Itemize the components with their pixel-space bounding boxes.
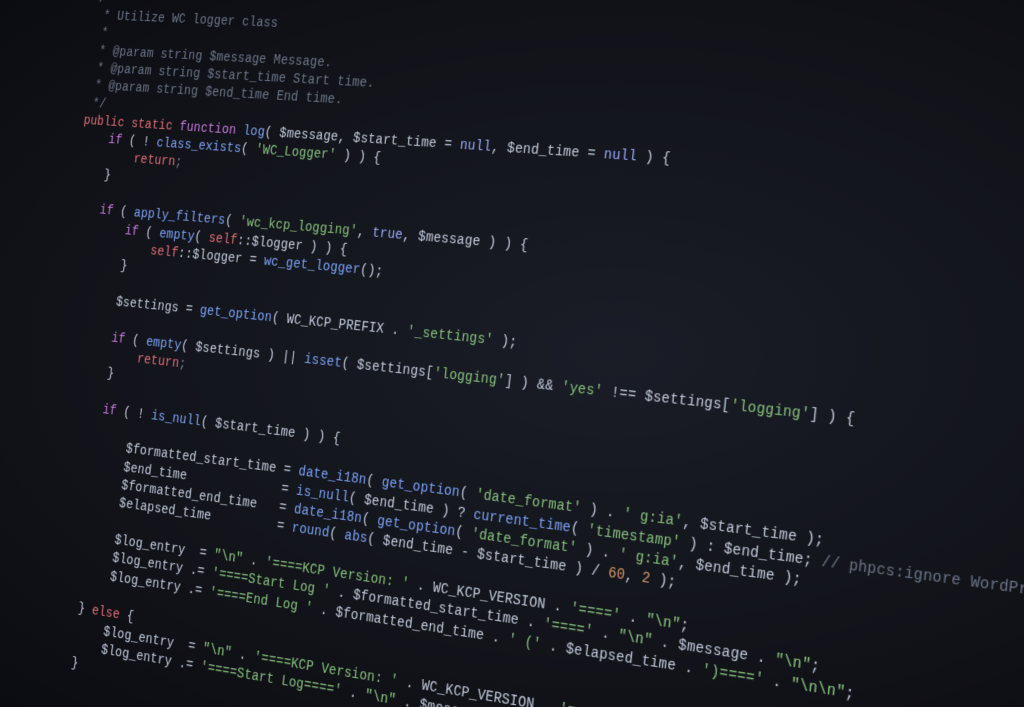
code-block[interactable]: const _LOG_FILENAME = 'woocommerce-gatew…	[0, 0, 1024, 707]
code-editor-viewport: const _LOG_FILENAME = 'woocommerce-gatew…	[0, 0, 1024, 707]
